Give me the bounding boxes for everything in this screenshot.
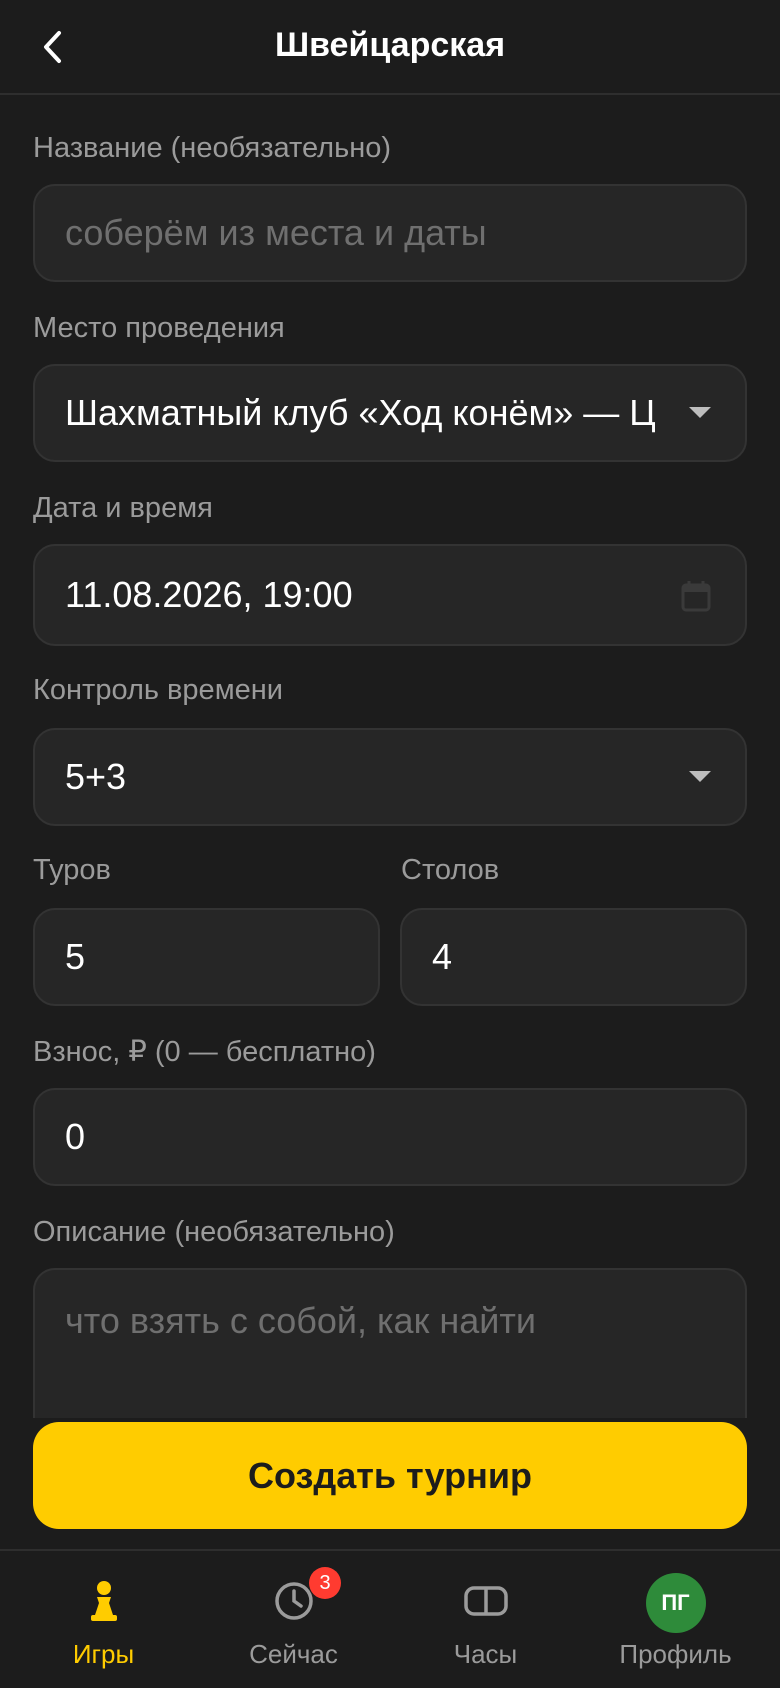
rounds-input[interactable]: 5 <box>33 908 380 1006</box>
tab-clock[interactable]: Часы <box>388 1551 583 1688</box>
description-textarea[interactable]: что взять с собой, как найти <box>33 1268 747 1418</box>
rounds-value: 5 <box>65 936 86 977</box>
rounds-label: Туров <box>33 854 111 886</box>
venue-label: Место проведения <box>33 312 285 344</box>
tab-profile-label: Профиль <box>619 1639 732 1669</box>
venue-select[interactable]: Шахматный клуб «Ход конём» — Ц <box>33 364 747 462</box>
fee-input[interactable]: 0 <box>33 1088 747 1186</box>
venue-value: Шахматный клуб «Ход конём» — Ц <box>65 392 655 433</box>
time-control-value: 5+3 <box>65 756 127 797</box>
fee-value: 0 <box>65 1116 86 1157</box>
chevron-down-icon <box>689 407 711 418</box>
tables-value: 4 <box>432 936 453 977</box>
tab-games[interactable]: Игры <box>6 1551 201 1688</box>
datetime-value: 11.08.2026, 19:00 <box>65 574 353 615</box>
create-tournament-button[interactable]: Создать турнир <box>33 1422 747 1529</box>
fee-label: Взнос, ₽ (0 — бесплатно) <box>33 1036 376 1068</box>
tab-games-label: Игры <box>72 1639 135 1669</box>
tables-input[interactable]: 4 <box>400 908 747 1006</box>
calendar-icon[interactable] <box>681 580 711 612</box>
datetime-label: Дата и время <box>33 492 213 524</box>
header-bar: Швейцарская <box>0 0 780 95</box>
notification-badge: 3 <box>309 1567 341 1599</box>
tab-bar: Игры 3 Сейчас Часы ПГ Профиль <box>0 1549 780 1688</box>
name-input[interactable]: соберём из места и даты <box>33 184 747 282</box>
name-placeholder: соберём из места и даты <box>65 212 487 253</box>
time-control-select[interactable]: 5+3 <box>33 728 747 826</box>
avatar: ПГ <box>645 1573 706 1633</box>
tables-label: Столов <box>401 854 500 886</box>
tab-now-label: Сейчас <box>249 1639 338 1669</box>
chevron-down-icon <box>689 771 711 782</box>
name-label: Название (необязательно) <box>33 132 391 164</box>
chess-clock-icon <box>463 1586 508 1616</box>
tab-profile[interactable]: ПГ Профиль <box>578 1551 773 1688</box>
page-title: Швейцарская <box>274 26 506 64</box>
description-label: Описание (необязательно) <box>33 1216 395 1248</box>
pawn-icon <box>90 1581 117 1621</box>
tab-now[interactable]: 3 Сейчас <box>196 1551 391 1688</box>
tab-clock-label: Часы <box>453 1639 518 1669</box>
time-control-label: Контроль времени <box>33 674 283 706</box>
description-placeholder: что взять с собой, как найти <box>65 1300 536 1341</box>
datetime-input[interactable]: 11.08.2026, 19:00 <box>33 544 747 646</box>
